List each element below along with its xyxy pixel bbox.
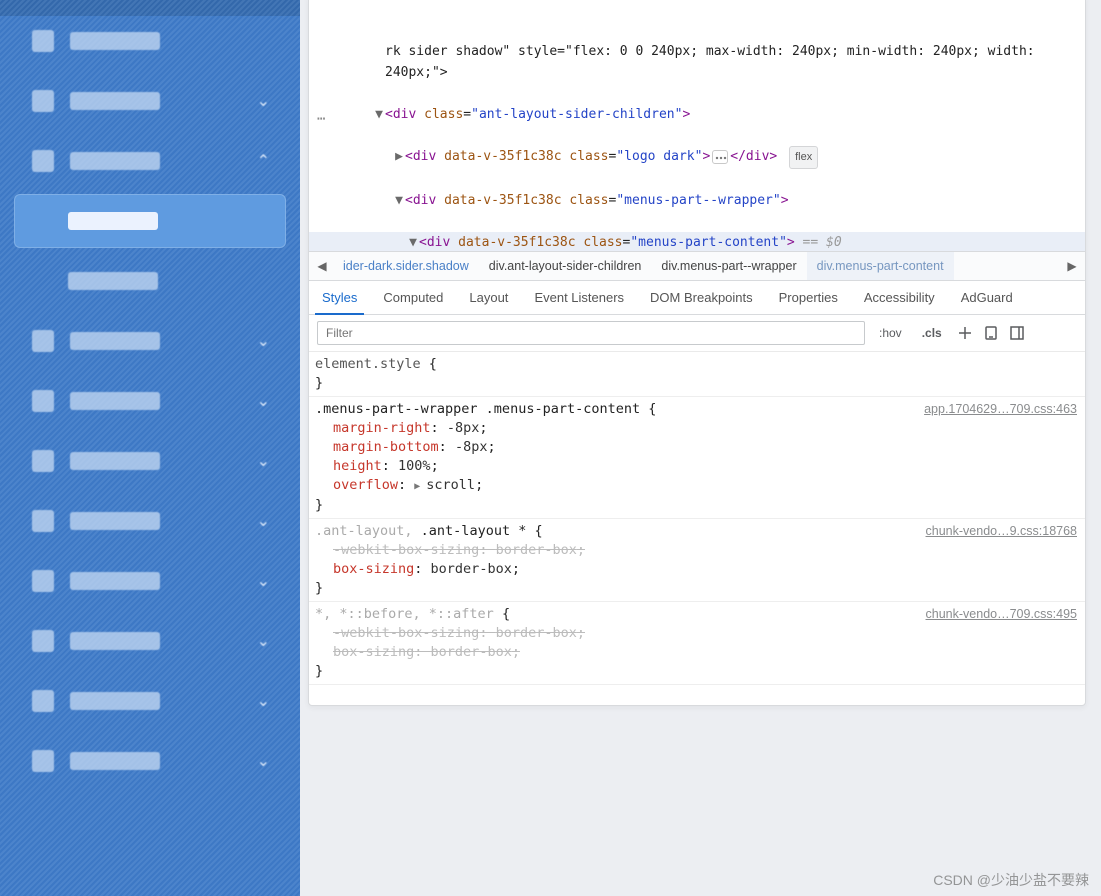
menu-item-8[interactable]: ⌄	[14, 494, 286, 548]
tab-adguard[interactable]: AdGuard	[948, 281, 1026, 314]
menu-label	[70, 92, 160, 110]
tab-dom-breakpoints[interactable]: DOM Breakpoints	[637, 281, 766, 314]
rule-universal[interactable]: chunk-vendo…709.css:495 *, *::before, *:…	[309, 602, 1085, 685]
rule-source-link[interactable]: chunk-vendo…709.css:495	[926, 605, 1077, 624]
caret-expanded-icon[interactable]: ▼	[407, 232, 419, 251]
rule-ant-layout[interactable]: chunk-vendo…9.css:18768 .ant-layout, .an…	[309, 519, 1085, 602]
menu-label	[70, 392, 160, 410]
job-icon	[32, 450, 54, 472]
expand-shorthand-icon[interactable]: ▶	[414, 477, 426, 496]
tab-styles[interactable]: Styles	[309, 281, 370, 314]
watermark-text: CSDN @少油少盐不要辣	[933, 870, 1089, 890]
menu-label	[70, 632, 160, 650]
tab-accessibility[interactable]: Accessibility	[851, 281, 948, 314]
devtools-panel: ⋯ rk sider shadow" style="flex: 0 0 240p…	[308, 0, 1086, 706]
rule-menus-part-content[interactable]: app.1704629…709.css:463 .menus-part--wra…	[309, 397, 1085, 519]
tab-layout[interactable]: Layout	[456, 281, 521, 314]
hov-toggle[interactable]: :hov	[873, 326, 908, 340]
sidebar: ⌄ ⌃ ⌄ ⌄ ⌄ ⌄ ⌄ ⌄ ⌄	[0, 0, 300, 896]
caret-collapsed-icon[interactable]: ▶	[393, 146, 405, 167]
menu-label	[70, 692, 160, 710]
gutter-ellipsis-icon[interactable]: ⋯	[317, 109, 325, 130]
user-icon	[32, 150, 54, 172]
chevron-down-icon: ⌄	[257, 571, 270, 591]
rule-source-link[interactable]: app.1704629…709.css:463	[924, 400, 1077, 419]
chevron-down-icon: ⌄	[257, 91, 270, 111]
doc-icon	[32, 90, 54, 112]
chevron-down-icon: ⌄	[257, 511, 270, 531]
dept-icon	[32, 390, 54, 412]
chevron-down-icon: ⌄	[257, 631, 270, 651]
menu-item-6[interactable]: ⌄	[14, 374, 286, 428]
menu-item-11[interactable]: ⌄	[14, 674, 286, 728]
styles-toolbar: :hov .cls	[309, 315, 1085, 352]
monitor-icon	[32, 750, 54, 772]
crumb-next-icon[interactable]: ▶	[1061, 259, 1083, 273]
elements-breadcrumb: ◀ ider-dark.sider.shadow div.ant-layout-…	[309, 251, 1085, 281]
crumb-prev-icon[interactable]: ◀	[311, 259, 333, 273]
menu-label	[68, 272, 158, 290]
dom-tree[interactable]: ⋯ rk sider shadow" style="flex: 0 0 240p…	[309, 0, 1085, 251]
new-style-rule-icon[interactable]	[956, 324, 974, 342]
tab-properties[interactable]: Properties	[766, 281, 851, 314]
menu-item-1[interactable]: ⌄	[14, 74, 286, 128]
menu-label	[70, 752, 160, 770]
flex-badge[interactable]: flex	[789, 146, 818, 169]
notice-icon	[32, 630, 54, 652]
menu-item-5[interactable]: ⌄	[14, 314, 286, 368]
crumb-1[interactable]: ider-dark.sider.shadow	[333, 252, 479, 280]
menu-item-home[interactable]	[14, 14, 286, 68]
device-icon[interactable]	[982, 324, 1000, 342]
main-area: ⋯ rk sider shadow" style="flex: 0 0 240p…	[300, 0, 1101, 896]
cls-toggle[interactable]: .cls	[916, 326, 948, 340]
home-icon	[32, 30, 54, 52]
dict-icon	[32, 510, 54, 532]
menu-item-active[interactable]	[14, 194, 286, 248]
css-rules-panel[interactable]: element.style { } app.1704629…709.css:46…	[309, 352, 1085, 705]
menu-item-12[interactable]: ⌄	[14, 734, 286, 788]
menu-label	[68, 212, 158, 230]
params-icon	[32, 570, 54, 592]
caret-expanded-icon[interactable]: ▼	[393, 190, 405, 211]
tab-event-listeners[interactable]: Event Listeners	[521, 281, 637, 314]
crumb-3[interactable]: div.menus-part--wrapper	[651, 252, 806, 280]
rule-source-link[interactable]: chunk-vendo…9.css:18768	[926, 522, 1077, 541]
menu-label	[70, 32, 160, 50]
chevron-down-icon: ⌄	[257, 391, 270, 411]
caret-expanded-icon[interactable]: ▼	[373, 104, 385, 125]
menu-item-child-2[interactable]	[14, 254, 286, 308]
dom-selected-node[interactable]: ▼<div data-v-35f1c38c class="menus-part-…	[309, 232, 1085, 251]
dom-line[interactable]: rk sider shadow" style="flex: 0 0 240px;…	[385, 44, 1042, 80]
menu-item-9[interactable]: ⌄	[14, 554, 286, 608]
panel-layout-icon[interactable]	[1008, 324, 1026, 342]
menu-item-7[interactable]: ⌄	[14, 434, 286, 488]
styles-tabs: Styles Computed Layout Event Listeners D…	[309, 281, 1085, 315]
chevron-down-icon: ⌄	[257, 331, 270, 351]
menu-label	[70, 572, 160, 590]
menu-icon	[32, 330, 54, 352]
menu-label	[70, 512, 160, 530]
tab-computed[interactable]: Computed	[370, 281, 456, 314]
chevron-down-icon: ⌄	[257, 451, 270, 471]
chevron-down-icon: ⌄	[257, 691, 270, 711]
menu-label	[70, 152, 160, 170]
styles-filter-input[interactable]	[317, 321, 865, 345]
crumb-selected[interactable]: div.menus-part-content	[807, 252, 954, 280]
chevron-up-icon: ⌃	[257, 151, 270, 171]
rule-element-style[interactable]: element.style { }	[309, 352, 1085, 397]
ellipsis-badge-icon[interactable]	[712, 150, 728, 164]
crumb-2[interactable]: div.ant-layout-sider-children	[479, 252, 652, 280]
chevron-down-icon: ⌄	[257, 751, 270, 771]
log-icon	[32, 690, 54, 712]
menu-item-10[interactable]: ⌄	[14, 614, 286, 668]
menu-item-2[interactable]: ⌃	[14, 134, 286, 188]
menu-label	[70, 452, 160, 470]
menu-label	[70, 332, 160, 350]
